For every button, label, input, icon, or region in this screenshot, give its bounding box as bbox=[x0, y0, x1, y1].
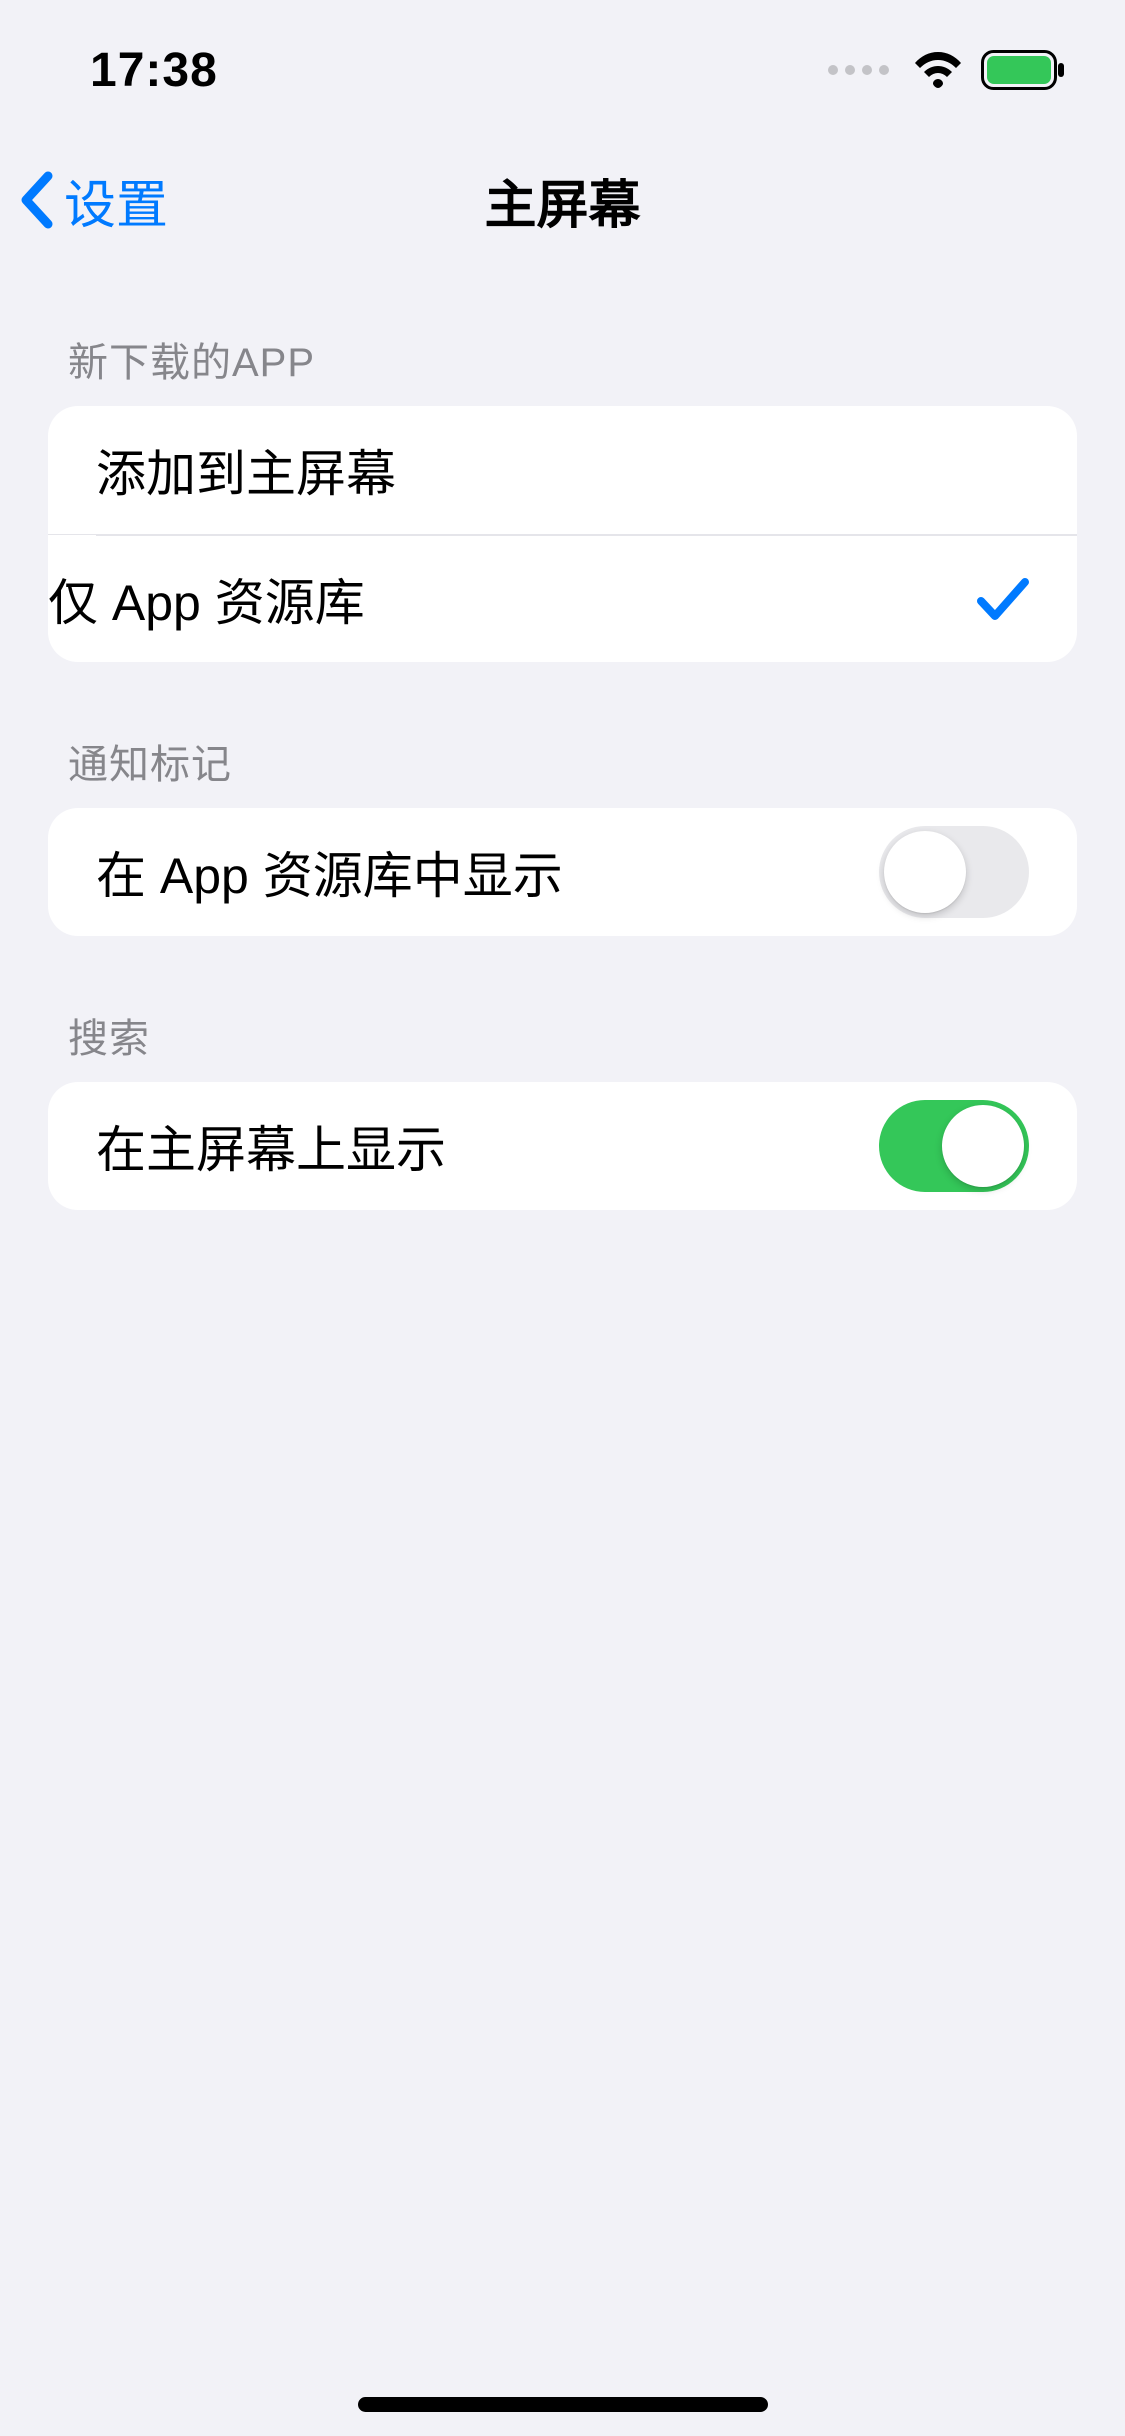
battery-icon bbox=[981, 50, 1065, 90]
option-label: 仅 App 资源库 bbox=[48, 563, 365, 635]
wifi-icon bbox=[913, 51, 963, 89]
group-new-downloads: 添加到主屏幕 仅 App 资源库 bbox=[48, 406, 1077, 662]
row-label: 在 App 资源库中显示 bbox=[96, 836, 563, 908]
status-bar: 17:38 bbox=[0, 0, 1125, 140]
signal-dots-icon bbox=[828, 65, 889, 75]
group-search: 在主屏幕上显示 bbox=[48, 1082, 1077, 1210]
section-header-search: 搜索 bbox=[48, 936, 1077, 1082]
checkmark-icon bbox=[977, 576, 1029, 622]
status-right bbox=[828, 50, 1065, 90]
nav-bar: 设置 主屏幕 bbox=[0, 140, 1125, 260]
group-badges: 在 App 资源库中显示 bbox=[48, 808, 1077, 936]
section-header-new-downloads: 新下载的APP bbox=[48, 260, 1077, 406]
toggle-show-on-home[interactable] bbox=[879, 1100, 1029, 1192]
back-label: 设置 bbox=[64, 163, 168, 238]
home-indicator[interactable] bbox=[358, 2397, 768, 2412]
toggle-show-in-app-library[interactable] bbox=[879, 826, 1029, 918]
option-add-to-home[interactable]: 添加到主屏幕 bbox=[48, 406, 1077, 534]
chevron-left-icon bbox=[18, 170, 56, 230]
option-app-library-only[interactable]: 仅 App 资源库 bbox=[48, 534, 1077, 662]
option-label: 添加到主屏幕 bbox=[96, 434, 396, 506]
back-button[interactable]: 设置 bbox=[18, 163, 168, 238]
row-show-on-home: 在主屏幕上显示 bbox=[48, 1082, 1077, 1210]
section-header-badges: 通知标记 bbox=[48, 662, 1077, 808]
status-time: 17:38 bbox=[90, 43, 218, 98]
row-show-in-app-library: 在 App 资源库中显示 bbox=[48, 808, 1077, 936]
page-title: 主屏幕 bbox=[0, 163, 1125, 238]
row-label: 在主屏幕上显示 bbox=[96, 1110, 446, 1182]
